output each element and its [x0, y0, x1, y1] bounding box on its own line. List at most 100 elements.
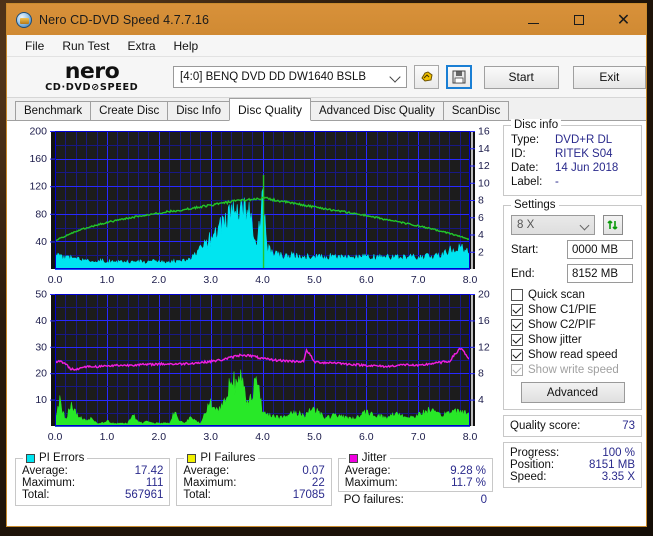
speed-row-readout: Speed: 3.35 X — [510, 471, 635, 483]
svg-text:20: 20 — [35, 368, 47, 380]
maximize-button[interactable] — [556, 4, 601, 35]
checkbox-icon-checked — [511, 319, 523, 331]
jitter-group: Jitter Average: 9.28 % Maximum: 11.7 % — [337, 452, 494, 492]
pi-errors-maximum-label: Maximum: — [22, 477, 76, 489]
po-failures-value: 0 — [480, 494, 488, 506]
progress-value: 100 % — [602, 447, 635, 459]
window-controls: ✕ — [511, 4, 646, 35]
start-input-value: 0000 MB — [572, 243, 619, 256]
po-failures-row: PO failures: 0 — [338, 492, 493, 506]
jitter-stats: Jitter Average: 9.28 % Maximum: 11.7 % P… — [337, 452, 494, 506]
checkbox-icon-unchecked — [511, 289, 523, 301]
pi-errors-total-row: Total: 567961 — [22, 489, 163, 501]
speed-value: 3.35 X — [601, 471, 635, 483]
pi-failures-legend: PI Failures — [184, 452, 259, 464]
checkbox-icon-checked-disabled — [511, 364, 523, 376]
jitter-average-label: Average: — [344, 465, 391, 477]
svg-text:4.0: 4.0 — [255, 274, 270, 286]
jitter-maximum-row: Maximum: 11.7 % — [345, 477, 486, 489]
svg-text:6.0: 6.0 — [359, 431, 374, 443]
svg-text:4: 4 — [478, 229, 484, 241]
pi-errors-maximum-value: 111 — [145, 477, 164, 489]
pi-failures-average-value: 0.07 — [302, 465, 325, 477]
tab-disc-quality[interactable]: Disc Quality — [229, 98, 312, 121]
svg-text:16: 16 — [478, 126, 490, 138]
start-button[interactable]: Start — [483, 65, 559, 89]
disc-id-value: RITEK S04 — [555, 148, 613, 160]
disc-type-row: Type: DVD+R DL — [511, 134, 634, 146]
start-field-label: Start: — [511, 243, 539, 256]
window-title: Nero CD-DVD Speed 4.7.7.16 — [39, 12, 210, 27]
svg-text:80: 80 — [35, 208, 47, 220]
svg-text:1.0: 1.0 — [100, 274, 115, 286]
tab-scandisc[interactable]: ScanDisc — [442, 101, 510, 120]
exit-button[interactable]: Exit — [572, 65, 647, 89]
quality-score-row: Quality score: 73 — [510, 420, 635, 432]
checkbox-show-c1-pie[interactable]: Show C1/PIE — [511, 304, 634, 316]
title-bar: Nero CD-DVD Speed 4.7.7.16 ✕ — [7, 4, 646, 35]
disc-date-value: 14 Jun 2018 — [555, 162, 619, 174]
floppy-save-icon — [452, 70, 466, 84]
svg-text:40: 40 — [35, 236, 47, 248]
nero-logo: nero CD·DVD⊘SPEED — [15, 61, 169, 93]
checkbox-icon-checked — [511, 334, 523, 346]
pi-failures-maximum-value: 22 — [311, 477, 325, 489]
position-label: Position: — [510, 459, 555, 471]
svg-text:10: 10 — [478, 177, 490, 189]
svg-text:10: 10 — [35, 394, 47, 406]
svg-text:0.0: 0.0 — [48, 431, 63, 443]
maximize-icon — [573, 14, 584, 25]
charts-column: 40 80 120 160 200 2 4 6 8 10 12 14 16 0.0 1.0 2.0 3.0 4.0… — [7, 121, 499, 526]
jitter-maximum-value: 11.7 % — [451, 477, 487, 489]
checkbox-show-read-speed[interactable]: Show read speed — [511, 349, 634, 361]
minimize-button[interactable] — [511, 4, 556, 35]
menu-file[interactable]: File — [16, 37, 53, 55]
eject-button[interactable] — [414, 65, 440, 89]
svg-text:6.0: 6.0 — [359, 274, 374, 286]
svg-text:3.0: 3.0 — [203, 274, 218, 286]
svg-text:30: 30 — [35, 341, 47, 353]
svg-text:3.0: 3.0 — [203, 431, 218, 443]
svg-text:160: 160 — [29, 153, 47, 165]
pi-errors-chart: 40 80 120 160 200 2 4 6 8 10 12 14 16 0.0 1.0 2.0 3.0 4.0… — [7, 121, 499, 286]
advanced-button[interactable]: Advanced — [520, 382, 625, 403]
settings-legend: Settings — [511, 199, 559, 211]
start-input[interactable]: 0000 MB — [567, 240, 633, 259]
close-button[interactable]: ✕ — [601, 4, 646, 35]
jitter-legend-label: Jitter — [361, 452, 387, 464]
tab-create-disc[interactable]: Create Disc — [90, 101, 169, 120]
pi-errors-stats: PI Errors Average: 17.42 Maximum: 111 To… — [15, 452, 171, 506]
checkbox-show-jitter[interactable]: Show jitter — [511, 334, 634, 346]
speed-select[interactable]: 8 X — [511, 215, 595, 235]
checkbox-quick-scan[interactable]: Quick scan — [511, 289, 634, 301]
end-input[interactable]: 8152 MB — [567, 264, 633, 283]
refresh-arrows-icon — [607, 220, 618, 230]
pi-errors-average-value: 17.42 — [134, 465, 164, 477]
drive-select[interactable]: [4:0] BENQ DVD DD DW1640 BSLB — [173, 66, 408, 88]
speed-select-value: 8 X — [517, 219, 535, 231]
tab-advanced-disc-quality[interactable]: Advanced Disc Quality — [310, 101, 444, 120]
disc-type-value: DVD+R DL — [555, 134, 613, 146]
pi-errors-color-swatch — [26, 453, 35, 463]
speed-label: Speed: — [510, 471, 547, 483]
quality-score-box: Quality score: 73 — [503, 415, 642, 437]
checkbox-show-c2-pif[interactable]: Show C2/PIF — [511, 319, 634, 331]
refresh-button[interactable] — [603, 215, 623, 235]
disc-type-label: Type: — [511, 134, 540, 146]
tab-benchmark[interactable]: Benchmark — [15, 101, 92, 120]
nero-logo-wordmark: nero — [64, 59, 120, 84]
disc-label-label: Label: — [511, 176, 543, 188]
svg-text:20: 20 — [478, 289, 490, 301]
menu-run-test[interactable]: Run Test — [53, 37, 118, 55]
tab-disc-info[interactable]: Disc Info — [167, 101, 230, 120]
save-button[interactable] — [446, 65, 472, 89]
svg-text:12: 12 — [478, 160, 490, 172]
menu-extra[interactable]: Extra — [118, 37, 164, 55]
menu-help[interactable]: Help — [165, 37, 208, 55]
pi-errors-chart-svg: 40 80 120 160 200 2 4 6 8 10 12 14 16 0.0 1.0 2.0 3.0 4.0… — [7, 121, 499, 286]
minimize-icon — [528, 23, 539, 24]
sidebar: Disc info Type: DVD+R DL ID: RITEK S04 D… — [499, 119, 646, 526]
tab-strip: Benchmark Create Disc Disc Info Disc Qua… — [7, 98, 646, 121]
pi-errors-total-value: 567961 — [124, 489, 164, 501]
nero-app-icon — [16, 11, 32, 28]
